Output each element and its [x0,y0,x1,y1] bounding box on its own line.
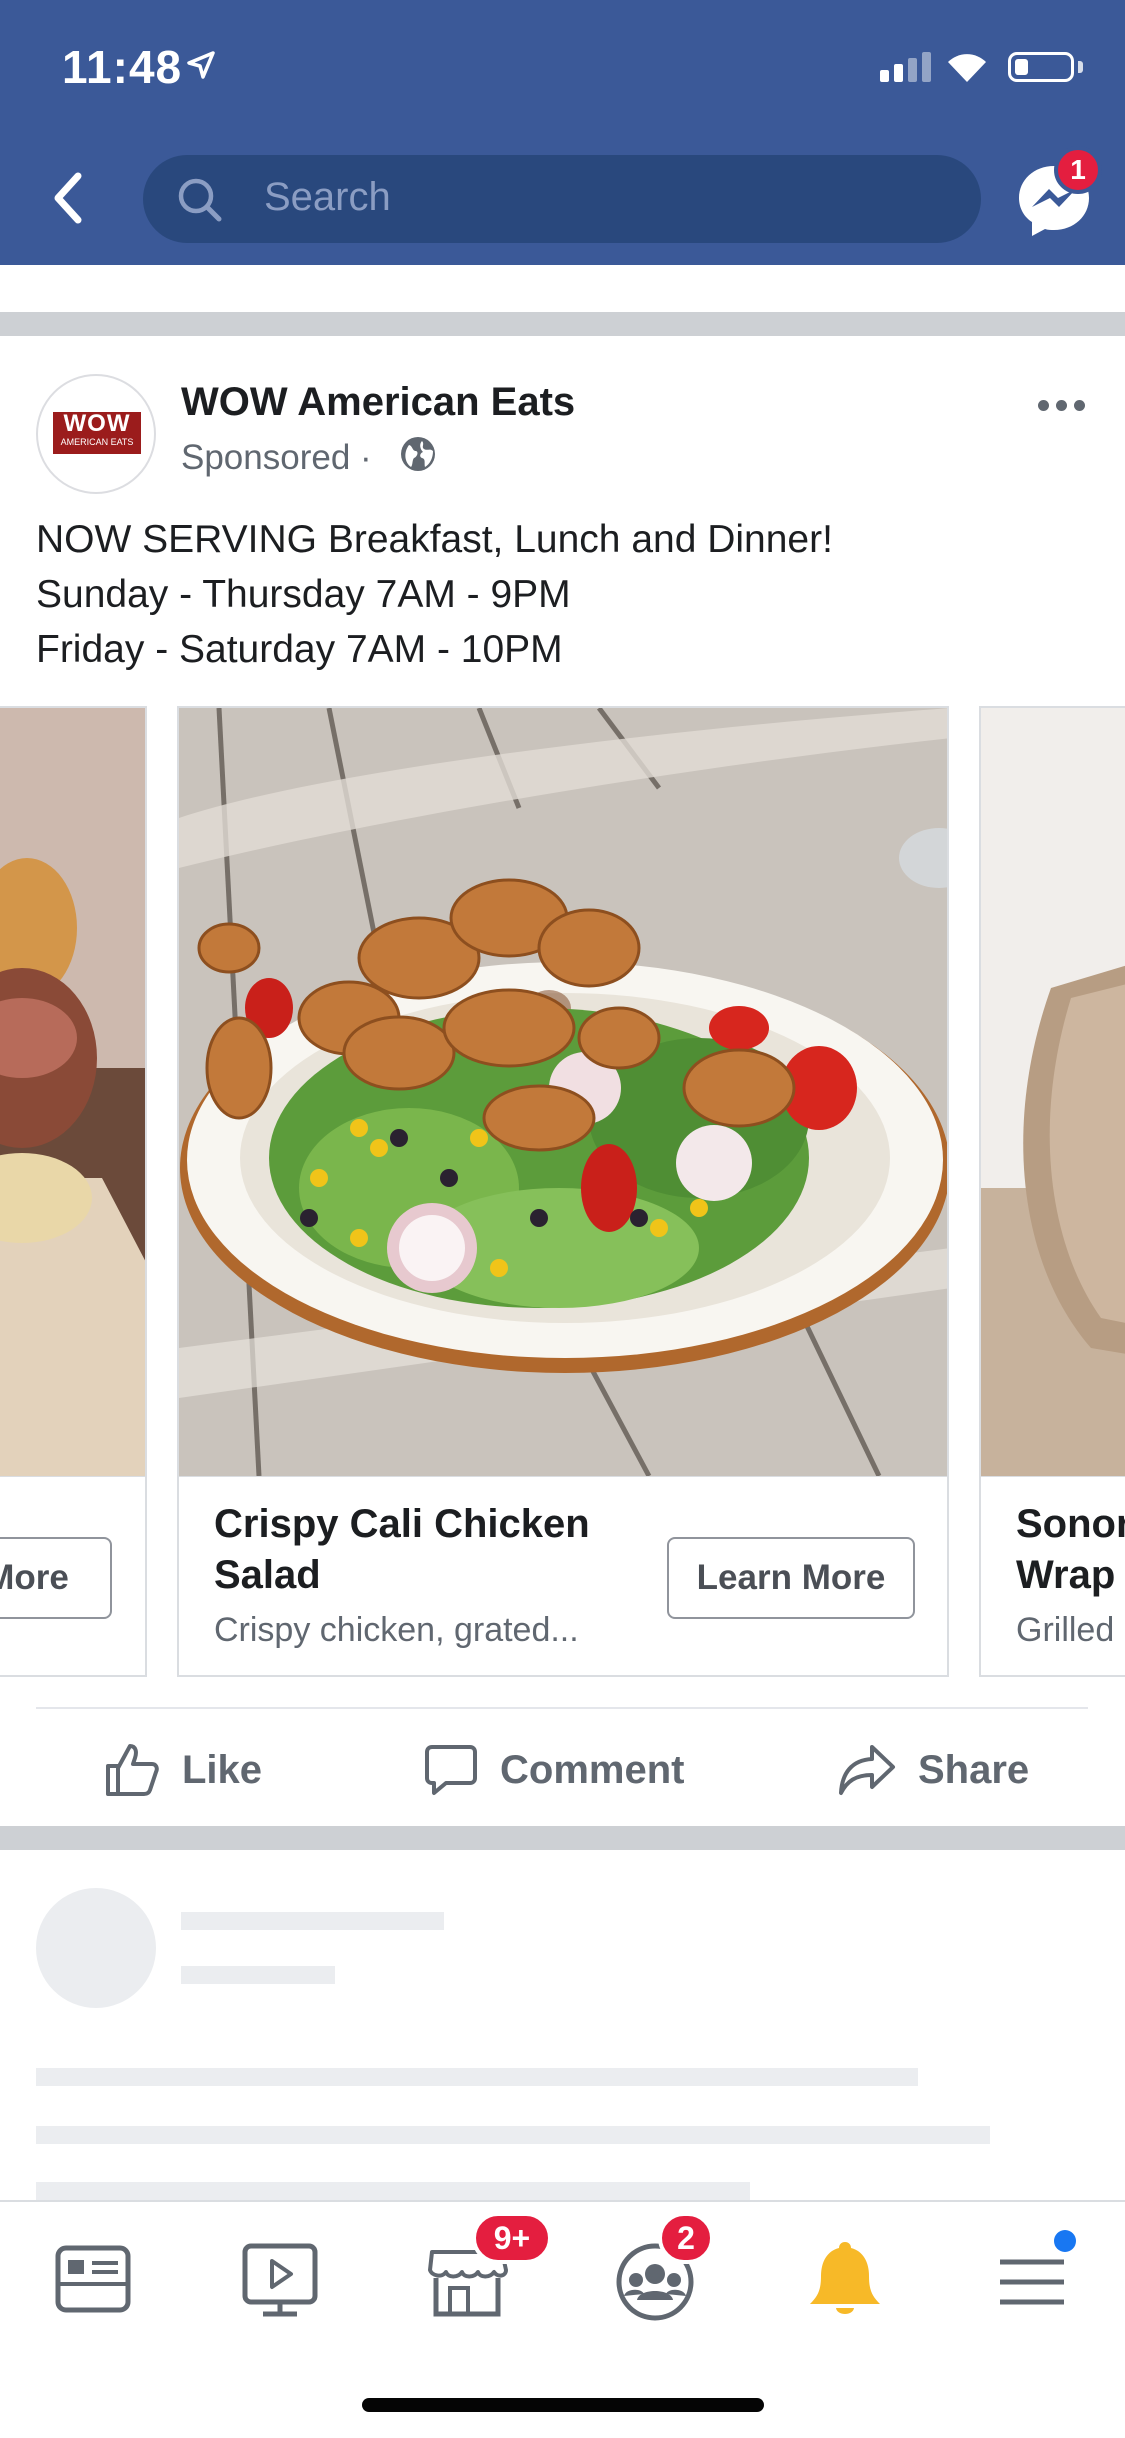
carousel-card-previous[interactable]: More [0,706,147,1677]
top-bar: 11:48 Search 1 [0,0,1125,265]
share-button[interactable]: Share [838,1738,1029,1802]
skeleton-line [181,1912,444,1930]
burger-image [0,708,145,1476]
search-placeholder: Search [264,175,391,219]
thumbs-up-icon [106,1744,159,1796]
share-label: Share [918,1747,1030,1792]
post-text-line: NOW SERVING Breakfast, Lunch and Dinner! [36,518,833,561]
card-description: Crispy chicken, grated... [214,1611,579,1649]
card-title-line: Crispy Cali Chicken [214,1502,590,1546]
action-divider [36,1707,1088,1709]
search-icon [178,178,222,222]
skeleton-line [36,2068,918,2086]
menu-notification-dot [1054,2230,1076,2252]
battery-icon [1008,52,1074,82]
carousel-card-next[interactable]: Sonor Wrap Grilled [979,706,1125,1677]
card-title-line: Wrap [1016,1553,1116,1597]
comment-icon [425,1745,477,1795]
logo-subtext: AMERICAN EATS [60,437,134,447]
salad-image [179,708,947,1476]
card-description: Grilled [1016,1611,1115,1649]
more-button[interactable]: More [0,1537,112,1619]
card-title-line: Sonor [1016,1502,1125,1546]
status-time: 11:48 [62,41,183,93]
card-title: Crispy Cali Chicken Salad [214,1499,590,1601]
sponsored-label[interactable]: Sponsored · [181,438,372,478]
feed-divider [0,312,1125,336]
carousel-card-salad[interactable]: Crispy Cali Chicken Salad Crispy chicken… [177,706,949,1677]
more-options-icon[interactable] [1038,400,1085,411]
marketplace-badge: 9+ [472,2212,552,2264]
messenger-badge: 1 [1054,146,1102,194]
skeleton-line [36,2182,750,2200]
page-avatar[interactable]: WOW AMERICAN EATS [36,374,156,494]
back-button[interactable] [44,168,100,228]
feed-divider [0,1826,1125,1850]
post-text: NOW SERVING Breakfast, Lunch and Dinner!… [36,512,1096,677]
post-text-line: Friday - Saturday 7AM - 10PM [36,628,563,671]
wow-logo: WOW AMERICAN EATS [53,412,141,454]
news-feed-icon[interactable] [48,2234,138,2324]
skeleton-avatar [36,1888,156,2008]
card-title-line: Salad [214,1553,321,1597]
home-indicator[interactable] [362,2398,764,2412]
wrap-image [981,708,1125,1476]
logo-text: WOW [63,410,131,437]
comment-label: Comment [500,1747,685,1792]
groups-badge: 2 [658,2212,714,2264]
skeleton-line [181,1966,335,1984]
separator: · [360,438,372,477]
card-title: Sonor Wrap [1016,1499,1125,1601]
like-button[interactable]: Like [104,1738,262,1802]
learn-more-button[interactable]: Learn More [667,1537,915,1619]
notifications-bell-icon[interactable] [800,2234,890,2324]
skeleton-line [36,2126,990,2144]
post-text-line: Sunday - Thursday 7AM - 9PM [36,573,571,616]
like-label: Like [182,1747,263,1792]
share-icon [839,1745,895,1795]
page-name[interactable]: WOW American Eats [181,380,575,425]
signal-icon [880,52,931,82]
location-arrow-icon [187,51,215,79]
watch-icon[interactable] [235,2234,325,2324]
comment-button[interactable]: Comment [424,1738,684,1802]
sponsored-text: Sponsored [181,438,351,477]
wifi-icon [948,54,986,82]
globe-icon [401,437,435,471]
search-input[interactable]: Search [143,155,981,243]
